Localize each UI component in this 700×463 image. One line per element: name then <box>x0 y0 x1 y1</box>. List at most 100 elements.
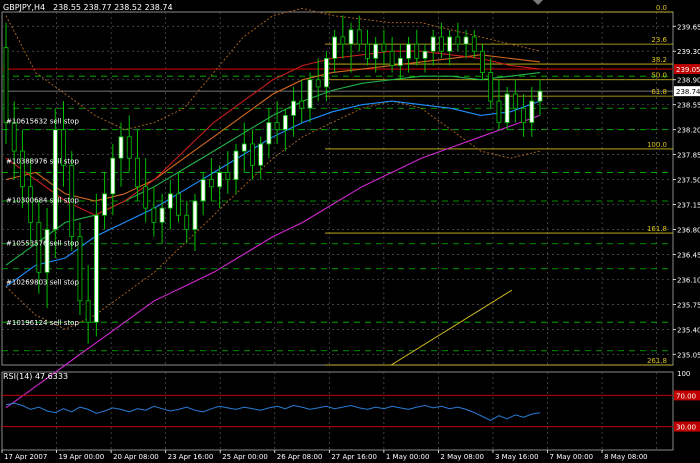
fib-label: 100.0 <box>647 141 667 149</box>
chart-ohlc: 238.55 238.77 238.52 238.74 <box>53 3 173 12</box>
bullish-candle[interactable] <box>291 100 296 116</box>
bullish-candle[interactable] <box>504 93 510 123</box>
rsi-level-100: 100 <box>677 370 690 378</box>
bearish-candle[interactable] <box>471 36 477 52</box>
bullish-candle[interactable] <box>44 229 50 273</box>
price-tick-label: 237.85 <box>677 152 700 160</box>
bullish-candle[interactable] <box>348 29 354 45</box>
bullish-candle[interactable] <box>463 36 469 45</box>
time-tick-label: 25 Apr 00:00 <box>222 453 268 461</box>
order-label[interactable]: #10553576 sell stop <box>6 239 79 247</box>
time-tick-label: 20 Apr 08:00 <box>113 453 159 461</box>
fib-label: 61.8 <box>651 88 667 96</box>
bearish-candle[interactable] <box>356 29 362 45</box>
bearish-candle[interactable] <box>225 172 231 180</box>
bearish-candle[interactable] <box>250 143 255 166</box>
fib-label: 38.2 <box>651 56 667 64</box>
current-price-label: 238.74 <box>676 88 700 96</box>
bearish-candle[interactable] <box>389 50 395 66</box>
bullish-candle[interactable] <box>217 172 223 188</box>
time-tick-label: 3 May 16:00 <box>495 453 539 461</box>
bearish-candle[interactable] <box>340 36 346 45</box>
bearish-candle[interactable] <box>184 214 190 230</box>
bearish-candle[interactable] <box>274 122 280 131</box>
bearish-candle[interactable] <box>85 300 91 323</box>
bearish-candle[interactable] <box>151 207 157 223</box>
rsi-level-70: 70.00 <box>676 392 696 400</box>
rsi-label: RSI(14) 47.6333 <box>3 372 68 381</box>
bearish-candle[interactable] <box>496 100 502 123</box>
bullish-candle[interactable] <box>266 122 272 145</box>
bullish-candle[interactable] <box>233 150 239 180</box>
bullish-candle[interactable] <box>430 36 436 52</box>
rsi-level-30: 30.00 <box>676 424 696 432</box>
bullish-candle[interactable] <box>373 43 379 59</box>
bullish-candle[interactable] <box>159 207 165 223</box>
bullish-candle[interactable] <box>529 100 535 123</box>
bullish-candle[interactable] <box>241 143 247 152</box>
bearish-candle[interactable] <box>381 43 387 52</box>
bullish-candle[interactable] <box>537 90 543 102</box>
price-tick-label: 235.75 <box>677 301 700 309</box>
bearish-candle[interactable] <box>480 50 485 74</box>
fib-label: 261.8 <box>647 357 667 365</box>
price-tick-label: 239.30 <box>677 48 700 56</box>
time-tick-label: 26 Apr 08:00 <box>277 453 323 461</box>
bullish-candle[interactable] <box>192 200 198 230</box>
price-tick-label: 235.05 <box>677 351 700 359</box>
time-tick-label: 17 Apr 2007 <box>4 453 47 461</box>
bearish-candle[interactable] <box>439 36 444 52</box>
bullish-candle[interactable] <box>110 157 116 195</box>
order-label[interactable]: #10300684 sell stop <box>6 197 79 205</box>
bearish-candle[interactable] <box>143 186 149 209</box>
bearish-candle[interactable] <box>315 79 321 88</box>
trading-chart[interactable]: #10615632 sell stop #10388976 sell stop #1… <box>0 0 700 463</box>
price-tick-label: 238.55 <box>677 102 700 110</box>
bearish-candle[interactable] <box>488 72 494 102</box>
bearish-candle[interactable] <box>3 47 9 123</box>
bearish-candle[interactable] <box>299 100 305 109</box>
chart-symbol-info: GBPJPY,H4 <box>3 3 45 12</box>
time-tick-label: 7 May 00:00 <box>550 453 594 461</box>
bearish-candle[interactable] <box>126 136 132 159</box>
price-tick-label: 237.15 <box>677 202 700 210</box>
price-tick-label: 237.50 <box>677 177 700 185</box>
order-label[interactable]: #10269803 sell stop <box>6 279 79 287</box>
bearish-candle[interactable] <box>455 36 461 45</box>
bullish-candle[interactable] <box>52 129 58 230</box>
bullish-candle[interactable] <box>200 179 206 202</box>
bullish-candle[interactable] <box>93 214 99 323</box>
bearish-candle[interactable] <box>176 193 181 216</box>
bearish-candle[interactable] <box>365 43 370 59</box>
bullish-candle[interactable] <box>422 50 428 59</box>
bearish-candle[interactable] <box>521 107 526 123</box>
order-label[interactable]: #10388976 sell stop <box>6 157 79 165</box>
bullish-candle[interactable] <box>406 43 411 59</box>
time-tick-label: 19 Apr 00:00 <box>59 453 105 461</box>
price-tick-label: 236.45 <box>677 251 700 259</box>
time-tick-label: 2 May 08:00 <box>440 453 484 461</box>
bearish-candle[interactable] <box>11 122 17 152</box>
bearish-candle[interactable] <box>208 179 214 188</box>
price-tick-label: 238.20 <box>677 127 700 135</box>
bearish-candle[interactable] <box>135 157 140 188</box>
bullish-candle[interactable] <box>167 193 173 209</box>
bullish-candle[interactable] <box>447 36 453 52</box>
bullish-candle[interactable] <box>397 57 403 66</box>
bearish-candle[interactable] <box>414 43 420 59</box>
bullish-candle[interactable] <box>323 57 329 88</box>
resistance-price-label: 239.05 <box>676 66 700 74</box>
bullish-candle[interactable] <box>258 143 264 166</box>
price-tick-label: 235.40 <box>677 326 700 334</box>
order-label[interactable]: #10615632 sell stop <box>6 117 79 125</box>
bullish-candle[interactable] <box>332 36 338 59</box>
bullish-candle[interactable] <box>102 193 107 216</box>
fib-label: 161.8 <box>647 225 667 233</box>
bearish-candle[interactable] <box>512 93 518 109</box>
fib-label: 23.6 <box>651 36 667 44</box>
bullish-candle[interactable] <box>282 115 288 131</box>
bullish-candle[interactable] <box>307 79 313 109</box>
bullish-candle[interactable] <box>118 136 124 159</box>
order-label[interactable]: #10196124 sell stop <box>6 319 79 327</box>
fib-label: 0.0 <box>656 4 667 12</box>
